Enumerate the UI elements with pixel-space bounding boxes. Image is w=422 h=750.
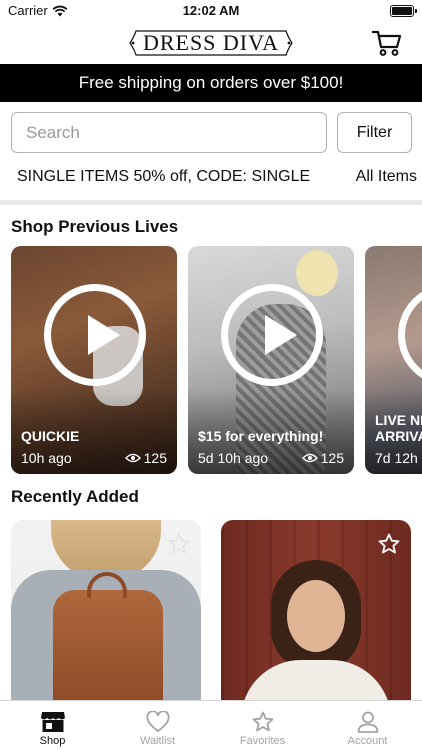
search-row: Filter xyxy=(0,112,422,154)
previous-lives-carousel[interactable]: QUICKIE 10h ago 125 $15 for everything! … xyxy=(11,246,422,476)
section-divider xyxy=(0,200,422,205)
tab-account[interactable]: Account xyxy=(315,701,420,750)
view-count-text: 125 xyxy=(320,450,344,466)
tab-label: Waitlist xyxy=(139,735,176,747)
filter-button[interactable]: Filter xyxy=(337,112,412,153)
cart-button[interactable] xyxy=(371,29,402,57)
view-count-text: 125 xyxy=(143,450,167,466)
promo-info-row: SINGLE ITEMS 50% off, CODE: SINGLE All I… xyxy=(0,166,422,190)
search-input[interactable] xyxy=(11,112,327,153)
brand-logo[interactable]: DRESS DIVA xyxy=(128,29,294,57)
status-bar: Carrier 12:02 AM xyxy=(0,0,422,24)
eye-icon xyxy=(301,453,318,463)
live-title: LIVE NEW ARRIVALS xyxy=(375,412,422,444)
tab-favorites[interactable]: Favorites xyxy=(210,701,315,750)
play-icon xyxy=(265,315,297,355)
live-time: 5d 10h ago xyxy=(198,450,269,466)
favorite-star-icon[interactable] xyxy=(377,532,401,556)
heart-icon xyxy=(146,711,169,732)
previous-lives-title: Shop Previous Lives xyxy=(11,217,179,236)
logo-text: DRESS DIVA xyxy=(142,30,280,55)
person-icon xyxy=(357,711,378,733)
brand-header: DRESS DIVA xyxy=(0,24,422,64)
play-button[interactable] xyxy=(44,284,146,386)
tab-label: Shop xyxy=(39,735,66,747)
live-title: QUICKIE xyxy=(21,428,80,444)
tab-bar: Shop Waitlist Favorites Account xyxy=(0,700,422,750)
product-card[interactable] xyxy=(11,520,201,700)
sale-code-text: SINGLE ITEMS 50% off, CODE: SINGLE xyxy=(17,168,311,185)
recently-added-carousel[interactable] xyxy=(11,520,422,700)
favorite-star-icon[interactable] xyxy=(167,532,191,556)
store-icon xyxy=(40,712,65,732)
play-button[interactable] xyxy=(221,284,323,386)
eye-icon xyxy=(124,453,141,463)
view-count: 125 xyxy=(124,450,167,466)
live-card[interactable]: $15 for everything! 5d 10h ago 125 xyxy=(188,246,354,474)
tab-label: Favorites xyxy=(239,735,286,747)
cart-icon xyxy=(371,30,402,56)
play-icon xyxy=(88,315,120,355)
recently-added-title: Recently Added xyxy=(11,487,139,506)
battery-icon xyxy=(390,5,417,17)
live-card[interactable]: LIVE NEW ARRIVALS 7d 12h ago xyxy=(365,246,422,474)
live-time: 7d 12h ago xyxy=(375,450,422,466)
view-count: 125 xyxy=(301,450,344,466)
tab-shop[interactable]: Shop xyxy=(0,701,105,750)
live-time: 10h ago xyxy=(21,450,72,466)
live-card[interactable]: QUICKIE 10h ago 125 xyxy=(11,246,177,474)
banner-text: Free shipping on orders over $100! xyxy=(78,73,344,92)
tab-waitlist[interactable]: Waitlist xyxy=(105,701,210,750)
product-card[interactable] xyxy=(221,520,411,700)
free-shipping-banner: Free shipping on orders over $100! xyxy=(0,64,422,102)
tab-label: Account xyxy=(347,735,388,747)
star-icon xyxy=(252,711,273,732)
all-items-link[interactable]: All Items xyxy=(356,168,417,186)
live-title: $15 for everything! xyxy=(198,428,324,444)
status-time: 12:02 AM xyxy=(182,3,240,18)
